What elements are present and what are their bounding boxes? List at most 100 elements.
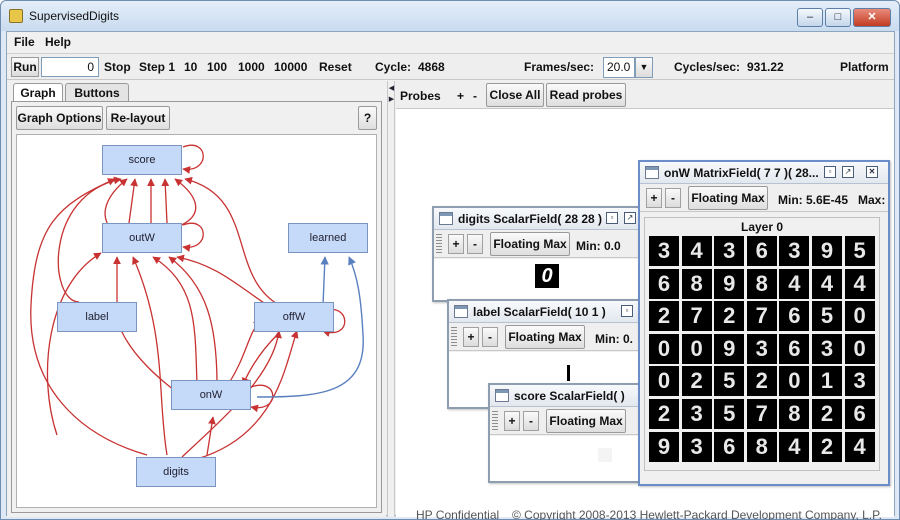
score-probe-frame[interactable]: score ScalarField( ) + - Floating Max [488,383,644,483]
relayout-button[interactable]: Re-layout [106,106,170,130]
zoom-out-button[interactable]: - [467,234,483,254]
weight-cell: 2 [812,431,842,462]
maximize-button[interactable]: □ [825,8,851,27]
node-outw[interactable]: outW [102,223,182,253]
digits-min-label: Min: 0.0 [576,239,621,253]
floating-max-button[interactable]: Floating Max [505,325,585,349]
step10000-button[interactable]: 10000 [274,60,307,74]
weight-cell: 3 [812,333,842,364]
zoom-in-button[interactable]: + [504,411,520,431]
probe-toolbar: Probes + - Close All Read probes [396,81,894,109]
graph-tab-body: Graph Options Re-layout ? score outW lea… [11,101,382,513]
node-offw[interactable]: offW [254,302,334,332]
edge-outw-self [182,222,204,252]
graph-options-button[interactable]: Graph Options [16,106,103,130]
stop-button[interactable]: Stop [104,60,131,74]
node-digits[interactable]: digits [136,457,216,487]
step1-button[interactable]: Step 1 [139,60,175,74]
probes-add-button[interactable]: + [457,89,464,103]
onw-probe-frame[interactable]: onW MatrixField( 7 7 )( 28... ▫ ↗ ✕ + - … [638,160,890,486]
arrow-right-icon[interactable]: ▶ [388,95,395,103]
close-all-button[interactable]: Close All [486,83,544,107]
chevron-down-icon[interactable]: ▼ [635,57,653,78]
weight-cell: 3 [844,366,875,397]
platform-button[interactable]: Platform [840,60,889,74]
arrow-left-icon[interactable]: ◀ [388,84,395,92]
weight-cell: 2 [714,301,745,332]
label-image [567,365,570,381]
edge-digits-onw [206,416,216,456]
zoom-in-button[interactable]: + [463,327,479,347]
graph-canvas[interactable]: score outW learned label offW onW digits [16,134,377,508]
restore-icon[interactable]: ▫ [824,166,836,178]
weight-cell: 2 [746,366,777,397]
weight-cell: 5 [844,236,875,266]
zoom-out-button[interactable]: - [665,188,681,208]
weight-cell: 8 [746,268,777,299]
maximize-icon[interactable]: ↗ [842,166,854,178]
window-title: SupervisedDigits [29,9,120,23]
floating-max-button[interactable]: Floating Max [688,186,768,210]
weight-cell: 1 [812,366,842,397]
maximize-icon[interactable]: ↗ [624,212,636,224]
edge-offw-score [184,176,280,306]
zoom-in-button[interactable]: + [448,234,464,254]
label-frame-titlebar[interactable]: label ScalarField( 10 1 ) ▫ [449,301,645,323]
node-label[interactable]: label [57,302,137,332]
title-bar[interactable]: SupervisedDigits – □ ✕ [1,1,899,31]
tab-graph[interactable]: Graph [13,83,63,102]
onw-min-label: Min: 5.6E-45 [778,193,849,207]
restore-icon[interactable]: ▫ [606,212,618,224]
copyright-label: © Copyright 2008-2013 Hewlett-Packard De… [512,508,882,520]
read-probes-button[interactable]: Read probes [546,83,626,107]
weight-cell: 4 [779,268,810,299]
edge-outw-score-d [161,178,170,224]
step10-button[interactable]: 10 [184,60,197,74]
cps-value: 931.22 [747,60,784,74]
probes-remove-button[interactable]: - [473,89,477,103]
onw-frame-titlebar[interactable]: onW MatrixField( 7 7 )( 28... ▫ ↗ ✕ [640,162,888,184]
score-frame-toolbar: + - Floating Max [490,407,642,435]
close-icon[interactable]: ✕ [866,166,878,178]
menu-help[interactable]: Help [45,35,71,49]
restore-icon[interactable]: ▫ [621,305,633,317]
cycle-count-input[interactable]: 0 [41,57,99,77]
step100-button[interactable]: 100 [207,60,227,74]
floating-max-button[interactable]: Floating Max [490,232,570,256]
weight-cell: 8 [746,431,777,462]
split-divider[interactable]: ◀ ▶ [387,81,395,517]
node-onw[interactable]: onW [171,380,251,410]
fps-select[interactable]: 20.0 [603,57,635,78]
reset-button[interactable]: Reset [319,60,352,74]
digits-probe-frame[interactable]: digits ScalarField( 28 28 ) ▫ ↗ + - Floa… [432,206,662,302]
weight-cell: 4 [812,268,842,299]
score-frame-titlebar[interactable]: score ScalarField( ) [490,385,642,407]
node-score[interactable]: score [102,145,182,175]
zoom-out-button[interactable]: - [523,411,539,431]
weight-cell: 4 [681,236,712,266]
weight-cell: 3 [714,236,745,266]
frame-icon [645,166,659,179]
run-button[interactable]: Run [11,57,39,77]
edge-digits-outw-b [46,252,102,436]
zoom-out-button[interactable]: - [482,327,498,347]
zoom-in-button[interactable]: + [646,188,662,208]
probes-pane: Probes + - Close All Read probes digits … [396,81,894,520]
help-button[interactable]: ? [358,106,377,130]
score-image [598,448,612,462]
weight-cell: 9 [714,333,745,364]
digits-image: 0 [535,264,559,288]
weight-cell: 2 [812,399,842,429]
onw-frame-body: Layer 0 34363956898444272765000936300252… [640,213,888,484]
close-button[interactable]: ✕ [853,8,891,27]
floating-max-button[interactable]: Floating Max [546,409,626,433]
tab-buttons[interactable]: Buttons [65,83,129,102]
digits-frame-titlebar[interactable]: digits ScalarField( 28 28 ) ▫ ↗ [434,208,660,230]
node-learned[interactable]: learned [288,223,368,253]
onw-frame-title: onW MatrixField( 7 7 )( 28... [664,166,819,180]
minimize-button[interactable]: – [797,8,823,27]
weight-cell: 6 [779,333,810,364]
weight-cell: 9 [812,236,842,266]
step1000-button[interactable]: 1000 [238,60,265,74]
menu-file[interactable]: File [14,35,35,49]
